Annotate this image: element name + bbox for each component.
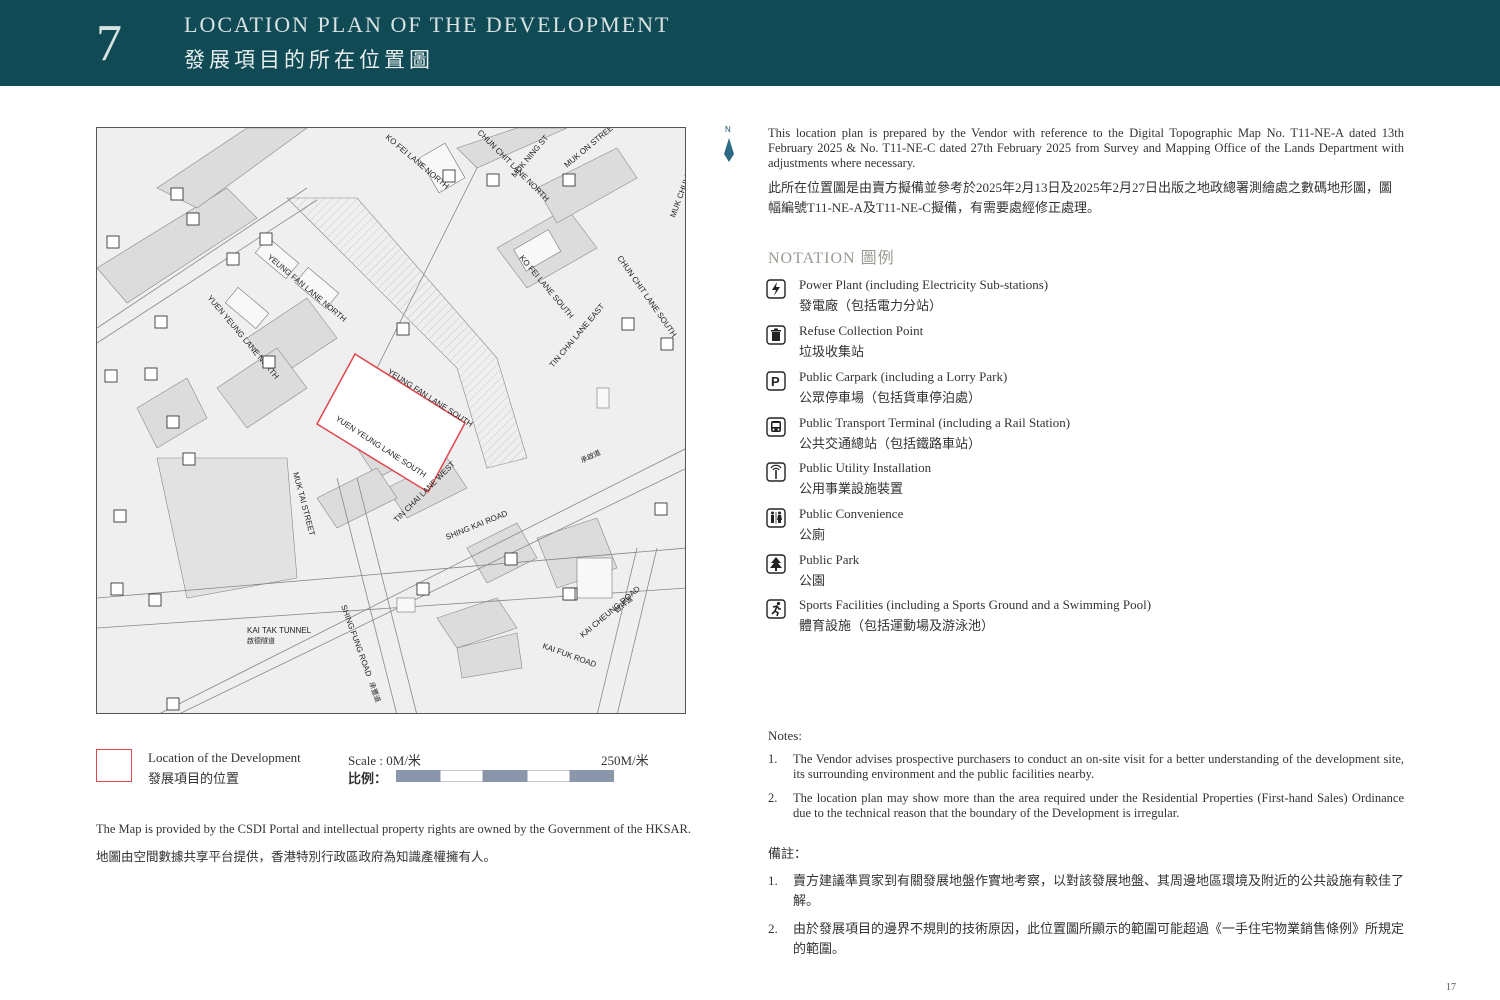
note-text: The Vendor advises prospective purchaser… <box>793 752 1404 781</box>
map-credit: The Map is provided by the CSDI Portal a… <box>96 822 692 836</box>
map-utility-icon-5 <box>148 593 162 607</box>
note-item: 2. The location plan may show more than … <box>768 791 1404 821</box>
map-sports-icon-3 <box>113 509 127 523</box>
public-utility-icon <box>766 462 786 482</box>
legend-label-zh: 公廁 <box>799 527 826 542</box>
note-item-zh: 1. 賣方建議準買家到有關發展地盤作實地考察，以對該發展地盤、其周邊地區環境及附… <box>768 871 1404 911</box>
legend-item-public-utility: Public Utility Installation 公用事業設施裝置 <box>766 460 1406 500</box>
legend-label: Public Transport Terminal (including a R… <box>799 415 1071 430</box>
street-kai-tak-tunnel-zh: 啟德隧道 <box>247 636 275 645</box>
map-power-icon-7 <box>504 552 518 566</box>
legend-label-zh: 體育設施（包括運動場及游泳池） <box>799 618 995 633</box>
section-number: 7 <box>96 15 122 72</box>
map-credit-zh: 地圖由空間數據共享平台提供，香港特別行政區政府為知識產權擁有人。 <box>96 850 497 864</box>
map-power-icon-2 <box>259 232 273 246</box>
map-sports-icon-4 <box>166 697 180 711</box>
legend-item-public-park: Public Park 公園 <box>766 552 1406 592</box>
map-park-icon-1 <box>186 212 200 226</box>
scale-label: Scale : 0M/米 <box>348 753 421 768</box>
map-power-icon-10 <box>654 502 668 516</box>
map-utility-icon-1 <box>104 369 118 383</box>
compass-icon: N <box>724 125 734 162</box>
legend-label: Public Carpark (including a Lorry Park) <box>799 369 1008 384</box>
public-transport-icon <box>766 417 786 437</box>
map-power-icon-8 <box>416 582 430 596</box>
legend-label-zh: 公共交通總站（包括鐵路車站） <box>799 436 982 451</box>
legend-label-zh: 垃圾收集站 <box>799 344 865 359</box>
note-text-zh: 賣方建議準買家到有關發展地盤作實地考察，以對該發展地盤、其周邊地區環境及附近的公… <box>793 873 1405 908</box>
map-carpark-icon <box>442 169 456 183</box>
public-convenience-icon <box>766 508 786 528</box>
map-power-icon-6 <box>262 355 276 369</box>
map-sports-icon-2 <box>166 415 180 429</box>
scale-end-label: 250M/米 <box>601 753 649 768</box>
public-carpark-icon: P <box>766 371 786 391</box>
note-number: 1. <box>768 873 778 888</box>
legend-label: Power Plant (including Electricity Sub-s… <box>799 277 1049 292</box>
page-title: LOCATION PLAN OF THE DEVELOPMENT <box>184 12 671 37</box>
intro-en: This location plan is prepared by the Ve… <box>768 126 1404 170</box>
note-text-zh: 由於發展項目的邊界不規則的技術原因，此位置圖所顯示的範圍可能超過《一手住宅物業銷… <box>793 921 1405 956</box>
legend-item-sports-facilities: Sports Facilities (including a Sports Gr… <box>766 597 1406 637</box>
note-number: 1. <box>768 752 778 766</box>
legend-label: Refuse Collection Point <box>799 323 924 338</box>
legend-label-zh: 公用事業設施裝置 <box>799 481 904 496</box>
map-power-icon-5 <box>396 322 410 336</box>
power-plant-icon <box>766 279 786 299</box>
public-park-icon <box>766 554 786 574</box>
map-toilet-icon-1 <box>182 452 196 466</box>
refuse-collection-icon <box>766 325 786 345</box>
note-number: 2. <box>768 791 778 805</box>
legend-label: Public Convenience <box>799 506 904 521</box>
note-text: The location plan may show more than the… <box>793 791 1404 820</box>
location-label-zh: 發展項目的位置 <box>148 771 240 786</box>
north-arrow: N <box>721 124 737 168</box>
legend-label: Sports Facilities (including a Sports Gr… <box>799 597 1152 612</box>
note-item: 1. The Vendor advises prospective purcha… <box>768 752 1404 782</box>
scale-label-zh: 比例： <box>348 771 388 786</box>
street-kai-tak-tunnel: KAI TAK TUNNEL <box>247 626 312 635</box>
page-number: 17 <box>1446 982 1456 993</box>
note-number: 2. <box>768 921 778 936</box>
legend-label-zh: 發電廠（包括電力分站） <box>799 298 943 313</box>
map-transport-icon <box>486 173 500 187</box>
legend-item-public-convenience: Public Convenience 公廁 <box>766 506 1406 546</box>
legend-item-public-transport: Public Transport Terminal (including a R… <box>766 415 1406 455</box>
map-power-icon-3 <box>226 252 240 266</box>
legend-item-power-plant: Power Plant (including Electricity Sub-s… <box>766 277 1406 317</box>
notes-title-zh: 備註： <box>768 846 808 861</box>
legend-item-refuse-collection: Refuse Collection Point 垃圾收集站 <box>766 323 1406 363</box>
scale-bar <box>396 770 614 782</box>
legend-label-zh: 公眾停車場（包括貨車停泊處） <box>799 390 982 405</box>
sports-facilities-icon <box>766 599 786 619</box>
map-sports-icon-1 <box>170 187 184 201</box>
map-drawing: KO FEI LANE NORTH CHUN CHIT LANE NORTH M… <box>97 128 685 713</box>
map-power-icon-1 <box>562 173 576 187</box>
legend-label: Public Utility Installation <box>799 460 932 475</box>
location-label: Location of the Development <box>148 750 301 765</box>
map-utility-icon-3 <box>562 587 576 601</box>
page-header: 7 LOCATION PLAN OF THE DEVELOPMENT 發展項目的… <box>0 0 1500 86</box>
location-map: KO FEI LANE NORTH CHUN CHIT LANE NORTH M… <box>96 127 686 714</box>
map-toilet-icon-2 <box>106 235 120 249</box>
legend-label: Public Park <box>799 552 860 567</box>
note-item-zh: 2. 由於發展項目的邊界不規則的技術原因，此位置圖所顯示的範圍可能超過《一手住宅… <box>768 919 1404 959</box>
map-park-icon-2 <box>144 367 158 381</box>
map-power-icon-4 <box>154 315 168 329</box>
notes-title: Notes: <box>768 728 802 743</box>
map-refuse-icon <box>660 337 674 351</box>
svg-text:P: P <box>771 374 780 389</box>
svg-text:N: N <box>725 125 731 134</box>
intro-zh: 此所在位置圖是由賣方擬備並參考於2025年2月13日及2025年2月27日出版之… <box>768 180 1393 215</box>
page-title-zh: 發展項目的所在位置圖 <box>184 48 434 72</box>
legend-label-zh: 公園 <box>799 573 826 588</box>
map-utility-icon-4 <box>110 582 124 596</box>
development-location-swatch <box>96 749 132 782</box>
notation-title: NOTATION 圖例 <box>768 250 895 267</box>
map-utility-icon-2 <box>621 317 635 331</box>
legend-item-public-carpark: P Public Carpark (including a Lorry Park… <box>766 369 1406 409</box>
